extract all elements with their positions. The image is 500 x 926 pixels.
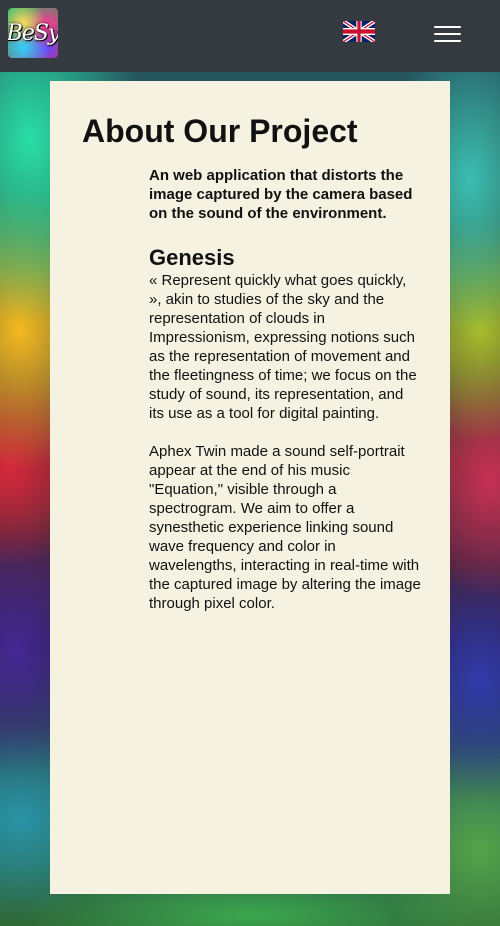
section-heading-genesis: Genesis — [149, 245, 235, 270]
project-tagline: An web application that distorts the ima… — [149, 167, 413, 222]
about-card: About Our Project An web application tha… — [50, 81, 450, 894]
navbar: BeSy — [0, 0, 500, 72]
hamburger-icon-bar-middle — [434, 33, 461, 35]
uk-flag-icon[interactable] — [343, 21, 375, 42]
page-title: About Our Project — [82, 113, 358, 149]
genesis-paragraph-1: « Represent quickly what goes quickly, »… — [149, 272, 417, 422]
logo-text: BeSy — [8, 20, 58, 46]
hamburger-icon-bar-bottom — [434, 40, 461, 42]
genesis-paragraph-2: Aphex Twin made a sound self-portrait ap… — [149, 443, 421, 612]
hamburger-icon-bar-top — [434, 26, 461, 28]
about-content: An web application that distorts the ima… — [149, 166, 421, 613]
logo[interactable]: BeSy — [8, 8, 58, 58]
hamburger-menu-button[interactable] — [424, 16, 470, 52]
